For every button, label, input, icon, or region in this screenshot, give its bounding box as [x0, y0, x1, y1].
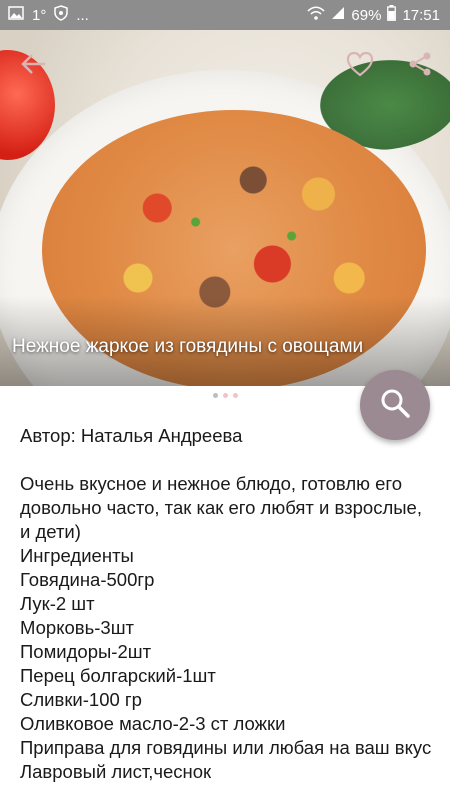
signal-icon [331, 6, 345, 24]
page-dot[interactable] [212, 392, 218, 398]
ingredients-heading: Ингредиенты [20, 545, 134, 566]
status-bar: 1° ... 69% 17:51 [0, 0, 450, 30]
share-button[interactable] [404, 50, 436, 82]
heart-icon [346, 51, 374, 82]
image-icon [8, 6, 24, 24]
ingredient-line: Говядина-500гр [20, 569, 155, 590]
more-notifications: ... [76, 6, 89, 24]
battery-percent: 69% [351, 6, 382, 24]
share-icon [407, 51, 433, 82]
ingredient-line: Лавровый лист,чеснок [20, 761, 212, 782]
back-button[interactable] [18, 50, 50, 82]
ingredient-line: Приправа для говядины или любая на ваш в… [20, 737, 432, 758]
search-button[interactable] [360, 370, 430, 440]
temperature-text: 1° [32, 6, 47, 24]
clock: 17:51 [402, 6, 440, 24]
ingredient-line: Оливковое масло-2-3 ст ложки [20, 713, 286, 734]
ingredient-line: Помидоры-2шт [20, 641, 152, 662]
ingredient-line: Перец болгарский-1шт [20, 665, 216, 686]
back-arrow-icon [21, 53, 47, 80]
ingredient-line: Морковь-3шт [20, 617, 135, 638]
search-icon [380, 388, 410, 423]
page-dot[interactable] [232, 392, 238, 398]
recipe-title: Нежное жаркое из говядины с овощами [12, 336, 364, 357]
ingredient-line: Лук-2 шт [20, 593, 95, 614]
shield-icon [54, 5, 69, 25]
page-dot[interactable] [222, 392, 228, 398]
wifi-icon [307, 6, 325, 24]
favorite-button[interactable] [344, 50, 376, 82]
ingredient-line: Сливки-100 гр [20, 689, 142, 710]
recipe-description: Очень вкусное и нежное блюдо, готовлю ег… [20, 473, 422, 542]
recipe-text: Автор: Наталья Андреева Очень вкусное и … [20, 424, 435, 784]
battery-icon [387, 5, 397, 25]
recipe-photo[interactable]: Нежное жаркое из говядины с овощами [0, 30, 450, 386]
